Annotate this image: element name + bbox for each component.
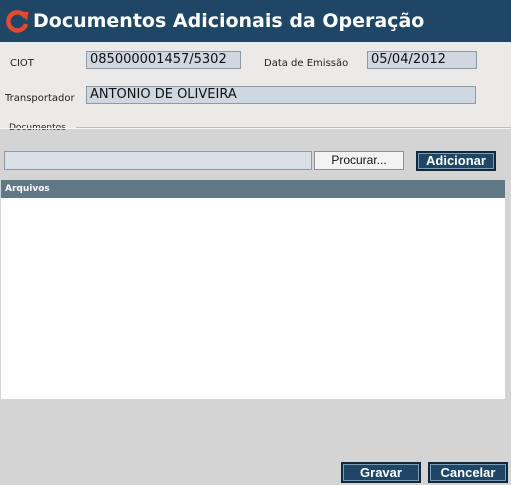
ciot-label: CIOT: [10, 58, 34, 69]
ciot-field[interactable]: 085000001457/5302: [86, 51, 241, 69]
transportador-field[interactable]: ANTONIO DE OLIVEIRA: [86, 86, 476, 104]
file-path-input[interactable]: [4, 151, 312, 170]
title-bar: Documentos Adicionais da Operação: [0, 0, 511, 42]
files-list[interactable]: Arquivos: [1, 180, 505, 399]
browse-button[interactable]: Procurar...: [314, 151, 404, 170]
emissao-field[interactable]: 05/04/2012: [367, 51, 477, 69]
legend-divider-highlight: [0, 128, 511, 129]
files-header: Arquivos: [1, 180, 505, 198]
save-button[interactable]: Gravar: [341, 462, 421, 483]
cancel-button[interactable]: Cancelar: [428, 462, 508, 483]
window-title: Documentos Adicionais da Operação: [33, 10, 425, 32]
refresh-icon: [6, 10, 29, 33]
transportador-label: Transportador: [5, 93, 75, 104]
emissao-label: Data de Emissão: [264, 58, 349, 69]
add-button[interactable]: Adicionar: [416, 151, 496, 171]
